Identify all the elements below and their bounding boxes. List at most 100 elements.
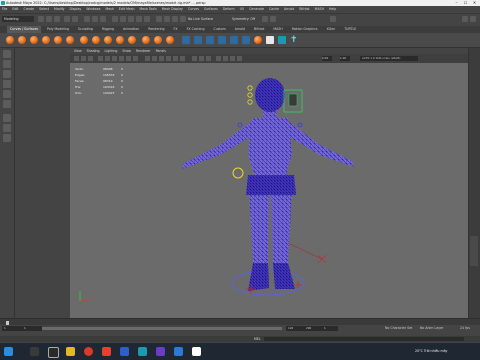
- tab-bifrost[interactable]: Bifrost: [251, 26, 267, 33]
- motion-blur-icon[interactable]: [223, 56, 228, 61]
- field-chart-icon[interactable]: [126, 56, 131, 61]
- grid-toggle-icon[interactable]: [98, 56, 103, 61]
- menu-set-dropdown[interactable]: Modeling: [2, 16, 34, 22]
- fps-dropdown[interactable]: 24 fps: [460, 326, 470, 331]
- ep-curve-icon[interactable]: [116, 36, 124, 44]
- cv-curve-icon[interactable]: [104, 36, 112, 44]
- range-start-field[interactable]: 1: [2, 326, 22, 331]
- new-scene-icon[interactable]: [38, 16, 44, 22]
- app-icon[interactable]: [156, 347, 165, 356]
- menu-windows[interactable]: Windows: [86, 6, 100, 13]
- snap-point-icon[interactable]: [128, 16, 134, 22]
- menu-edit-mesh[interactable]: Edit Mesh: [119, 6, 135, 13]
- nurbs-torus-icon[interactable]: [66, 36, 74, 44]
- anim-layer-dropdown[interactable]: No Anim Layer: [420, 326, 443, 331]
- layout-four-icon[interactable]: [3, 124, 11, 132]
- menu-mesh-tools[interactable]: Mesh Tools: [140, 6, 157, 13]
- search-icon[interactable]: [30, 347, 39, 356]
- live-surface-field[interactable]: No Live Surface: [188, 16, 213, 22]
- media-icon[interactable]: [102, 347, 111, 356]
- file-explorer-icon[interactable]: [66, 347, 75, 356]
- image-plane-icon[interactable]: [88, 56, 93, 61]
- menu-cache[interactable]: Cache: [269, 6, 279, 13]
- tab-custom[interactable]: Custom: [210, 26, 228, 33]
- menu-edit[interactable]: Edit: [12, 6, 18, 13]
- menu-deform[interactable]: Deform: [223, 6, 235, 13]
- weather-widget[interactable]: 20°C Trời nhiều mây: [415, 347, 447, 356]
- bookmark-icon[interactable]: [81, 56, 86, 61]
- gamma-field[interactable]: 1.00: [340, 56, 350, 61]
- save-scene-icon[interactable]: [54, 16, 60, 22]
- lighting-icon[interactable]: [173, 56, 178, 61]
- textured-icon[interactable]: [166, 56, 171, 61]
- tab-animation[interactable]: Animation: [120, 26, 142, 33]
- layout-single-icon[interactable]: [3, 114, 11, 122]
- isolate-icon[interactable]: [270, 16, 276, 22]
- nurbs-cylinder-icon[interactable]: [30, 36, 38, 44]
- tab-fx-caching[interactable]: FX Caching: [184, 26, 208, 33]
- perspective-viewport[interactable]: [70, 63, 468, 318]
- xray-shading-icon[interactable]: [192, 56, 197, 61]
- snap-grid-icon[interactable]: [112, 16, 118, 22]
- move-tool-icon[interactable]: [3, 80, 11, 88]
- select-object-icon[interactable]: [92, 16, 98, 22]
- pencil-curve-icon[interactable]: [128, 36, 136, 44]
- gate-mask-icon[interactable]: [119, 56, 124, 61]
- word-icon[interactable]: [120, 347, 129, 356]
- range-end-field[interactable]: 200: [304, 326, 322, 331]
- menu-display[interactable]: Display: [70, 6, 82, 13]
- nurbs-plane-icon[interactable]: [54, 36, 62, 44]
- tab-xgen[interactable]: XGen: [324, 26, 339, 33]
- undo-icon[interactable]: [64, 16, 70, 22]
- chrome-icon[interactable]: [84, 347, 93, 356]
- nurbs-cone-icon[interactable]: [42, 36, 50, 44]
- menu-select[interactable]: Select: [39, 6, 49, 13]
- tab-sculpting[interactable]: Sculpting: [75, 26, 96, 33]
- rotate-tool-icon[interactable]: [3, 90, 11, 98]
- select-hierarchy-icon[interactable]: [84, 16, 90, 22]
- render-icon[interactable]: [164, 16, 170, 22]
- menu-mesh[interactable]: Mesh: [106, 6, 114, 13]
- tab-turtle[interactable]: TURTLE: [341, 26, 359, 33]
- toggle-sidebar-icon[interactable]: [470, 16, 476, 22]
- layout-outliner-icon[interactable]: [3, 134, 11, 142]
- loft-icon[interactable]: [182, 36, 190, 44]
- smooth-shade-icon[interactable]: [152, 56, 157, 61]
- snap-curve-icon[interactable]: [120, 16, 126, 22]
- photoshop-icon[interactable]: [174, 347, 183, 356]
- wireframe-on-shaded-icon[interactable]: [159, 56, 164, 61]
- extrude-icon[interactable]: [206, 36, 214, 44]
- select-tool-icon[interactable]: [3, 50, 11, 58]
- anti-aliasing-icon[interactable]: [230, 56, 235, 61]
- history-icon[interactable]: [156, 16, 162, 22]
- text-curve-icon[interactable]: [166, 36, 174, 44]
- mel-label[interactable]: MEL: [254, 336, 261, 342]
- menu-file[interactable]: File: [2, 6, 7, 13]
- lasso-tool-icon[interactable]: [3, 60, 11, 68]
- nurbs-square-icon[interactable]: [92, 36, 100, 44]
- exposure-field[interactable]: 0.00: [322, 56, 332, 61]
- scale-tool-icon[interactable]: [3, 100, 11, 108]
- cross-icon[interactable]: ✝: [290, 35, 298, 45]
- character-set-dropdown[interactable]: No Character Set: [385, 326, 412, 331]
- birail-icon[interactable]: [230, 36, 238, 44]
- channel-box-collapsed[interactable]: [468, 48, 480, 318]
- tab-fx[interactable]: FX: [171, 26, 181, 33]
- menu-mash[interactable]: MASH: [315, 6, 324, 13]
- layer-editor-tab[interactable]: [470, 236, 478, 266]
- tab-curves-surfaces[interactable]: Curves / Surfaces: [7, 26, 41, 33]
- menu-generate[interactable]: Generate: [249, 6, 264, 13]
- revolve-icon[interactable]: [194, 36, 202, 44]
- sign-in-icon[interactable]: [330, 16, 336, 22]
- task-view-icon[interactable]: [48, 347, 59, 358]
- render-settings-icon[interactable]: [180, 16, 186, 22]
- film-gate-icon[interactable]: [105, 56, 110, 61]
- arc-icon[interactable]: [154, 36, 162, 44]
- xray-icon[interactable]: [262, 16, 268, 22]
- maya-taskbar-icon[interactable]: [138, 347, 147, 356]
- menu-bifrost[interactable]: Bifröst: [299, 6, 309, 13]
- xray-joints-icon[interactable]: [199, 56, 204, 61]
- symmetry-dropdown[interactable]: Symmetry: Off: [232, 16, 255, 22]
- notepad-icon[interactable]: [192, 347, 201, 356]
- redo-icon[interactable]: [72, 16, 78, 22]
